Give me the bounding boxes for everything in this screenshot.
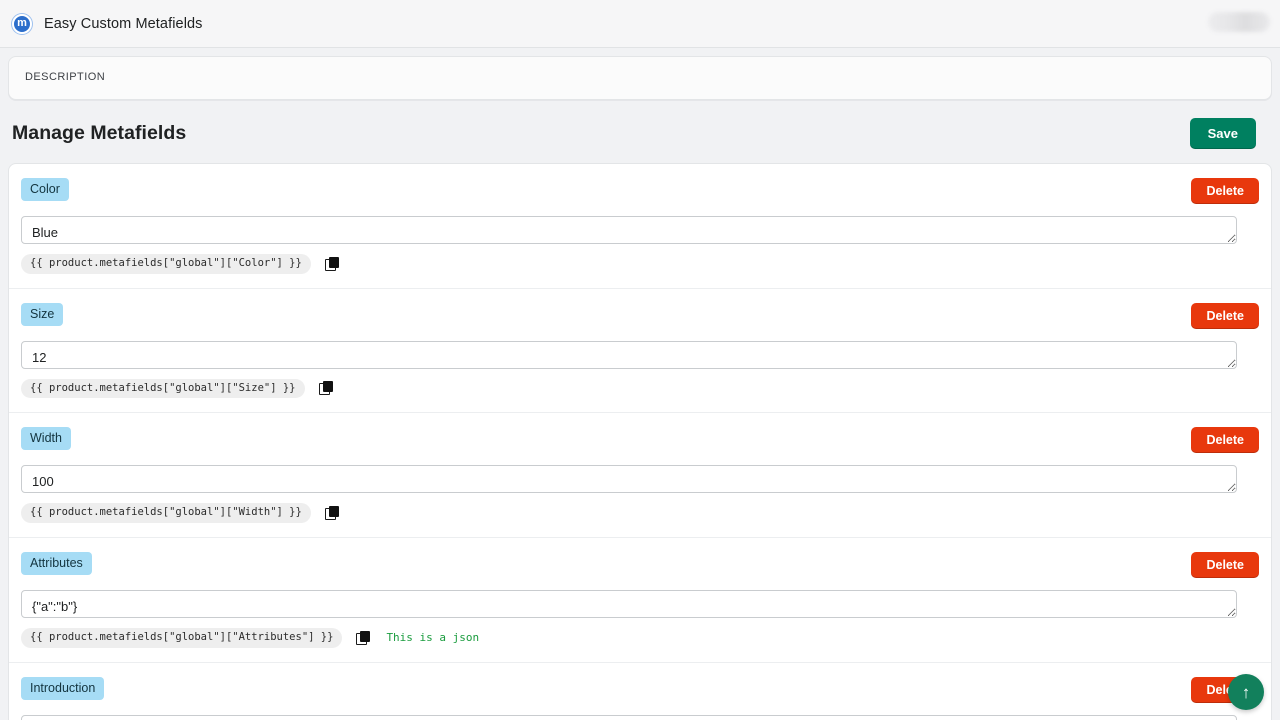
description-label: DESCRIPTION (25, 71, 106, 83)
app-logo-icon: m (12, 13, 32, 34)
liquid-tag: {{ product.metafields["global"]["Size"] … (21, 378, 305, 399)
metafield-row: Size Delete {{ product.metafields["global"… (9, 289, 1271, 414)
metafield-row-footer: {{ product.metafields["global"]["Size"] … (21, 378, 1259, 399)
metafield-key-badge: Introduction (21, 676, 105, 700)
metafield-value-input[interactable] (21, 340, 1237, 369)
copy-icon[interactable] (356, 630, 371, 645)
metafield-row-header: Introduction Delete (21, 676, 1259, 703)
app-topbar: m Easy Custom Metafields (0, 0, 1280, 48)
metafield-key-badge: Size (21, 302, 64, 326)
metafield-row: Color Delete {{ product.metafields["global… (9, 164, 1271, 289)
metafield-row: Width Delete {{ product.metafields["global… (9, 413, 1271, 538)
metafield-key-badge: Color (21, 178, 69, 201)
metafield-row-footer: {{ product.metafields["global"]["Width"]… (21, 503, 1259, 523)
section-header: Manage Metafields Save (0, 100, 1280, 163)
scroll-to-top-button[interactable]: ↑ (1228, 674, 1264, 710)
metafield-row: Attributes Delete {{ product.metafields["g… (9, 538, 1271, 663)
metafield-value-input[interactable] (21, 589, 1237, 618)
metafields-list: Color Delete {{ product.metafields["global… (8, 163, 1272, 720)
metafield-key-badge: Attributes (21, 551, 92, 575)
copy-icon[interactable] (318, 381, 333, 396)
liquid-tag: {{ product.metafields["global"]["Width"]… (21, 503, 311, 523)
metafield-value-input[interactable] (21, 216, 1237, 244)
metafield-row-header: Attributes Delete (21, 551, 1259, 578)
liquid-tag: {{ product.metafields["global"]["Attribu… (21, 627, 343, 648)
arrow-up-icon: ↑ (1241, 682, 1251, 702)
delete-button[interactable]: Delete (1191, 302, 1259, 329)
liquid-tag: {{ product.metafields["global"]["Color"]… (21, 254, 311, 274)
metafield-value-input[interactable] (21, 714, 1237, 720)
metafield-type-note: This is a json (386, 631, 480, 645)
page-title: Manage Metafields (12, 122, 187, 144)
app-title: Easy Custom Metafields (44, 15, 203, 32)
metafield-row-header: Color Delete (21, 178, 1259, 204)
metafield-row-header: Width Delete (21, 427, 1259, 454)
metafield-row-footer: {{ product.metafields["global"]["Attribu… (21, 627, 1259, 648)
page-content: DESCRIPTION Manage Metafields Save Color… (0, 48, 1280, 720)
description-panel: DESCRIPTION (8, 56, 1272, 100)
metafield-row-header: Size Delete (21, 302, 1259, 329)
delete-button[interactable]: Delete (1191, 178, 1259, 204)
metafield-row-footer: {{ product.metafields["global"]["Color"]… (21, 254, 1259, 274)
metafield-key-badge: Width (21, 427, 71, 451)
redacted-account-pill[interactable] (1208, 12, 1270, 32)
copy-icon[interactable] (324, 256, 339, 271)
metafield-row: IntroductionDelete{{ product.metafields[… (9, 663, 1271, 720)
delete-button[interactable]: Delete (1191, 427, 1259, 454)
save-button[interactable]: Save (1189, 118, 1256, 149)
metafield-value-input[interactable] (21, 465, 1237, 494)
delete-button[interactable]: Delete (1191, 551, 1259, 578)
copy-icon[interactable] (324, 506, 339, 521)
